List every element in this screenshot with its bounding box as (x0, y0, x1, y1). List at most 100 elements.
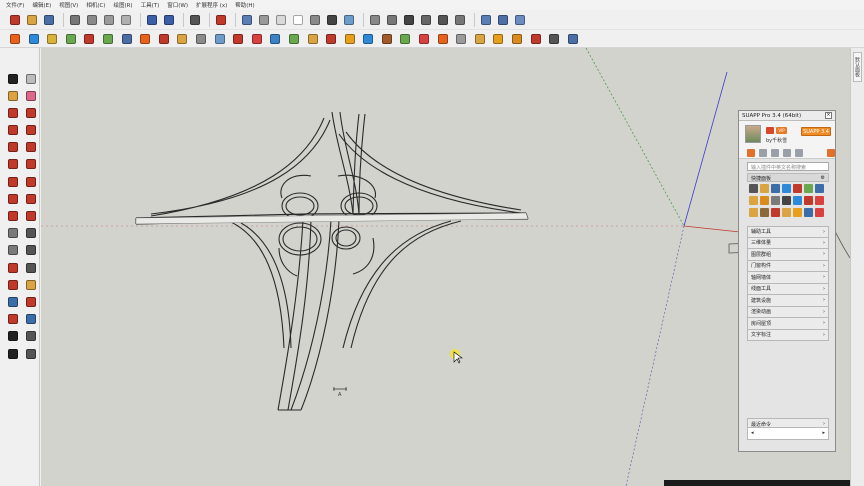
extension-tool-button[interactable] (306, 32, 320, 46)
extension-tool-button[interactable] (454, 32, 468, 46)
make-component-tool[interactable] (24, 72, 37, 85)
iso-view-button[interactable] (368, 13, 382, 27)
print-button[interactable] (188, 13, 202, 27)
extension-tool-button[interactable] (27, 32, 41, 46)
back-edges-button[interactable] (257, 13, 271, 27)
extension-tool-button[interactable] (324, 32, 338, 46)
polygon-tool[interactable] (24, 141, 37, 154)
back-view-button[interactable] (436, 13, 450, 27)
front-view-button[interactable] (402, 13, 416, 27)
component-icon-a-button[interactable] (479, 13, 493, 27)
pan-hand-tool[interactable] (24, 278, 37, 291)
zoom-tool[interactable] (6, 295, 19, 308)
hidden-line-button[interactable] (291, 13, 305, 27)
orbit-tool[interactable] (6, 278, 19, 291)
quick-tool-icon[interactable] (782, 184, 791, 193)
recent-commands-header[interactable]: 最近命令 › (747, 418, 829, 428)
menu-item[interactable]: 扩展程序 (x) (196, 1, 227, 9)
previous-view-tool[interactable] (24, 313, 37, 326)
extension-tool-button[interactable] (101, 32, 115, 46)
plugin-search-input[interactable]: 输入插件中英文名称搜索 (747, 162, 829, 171)
undo-button[interactable] (145, 13, 159, 27)
zoom-extents-tool[interactable] (6, 313, 19, 326)
plugin-category[interactable]: 建筑设施 › (747, 295, 829, 307)
extension-tool-button[interactable] (417, 32, 431, 46)
quick-tool-icon[interactable] (749, 196, 758, 205)
quick-tool-icon[interactable] (771, 184, 780, 193)
redo-button[interactable] (162, 13, 176, 27)
extension-tool-button[interactable] (343, 32, 357, 46)
plugin-category[interactable]: 线面工具 › (747, 283, 829, 295)
right-view-button[interactable] (419, 13, 433, 27)
paint-bucket-tool[interactable] (6, 89, 19, 102)
plugin-category[interactable]: 门窗构件 › (747, 260, 829, 272)
menu-item[interactable]: 绘图(R) (113, 1, 132, 9)
3d-text-tool[interactable] (24, 261, 37, 274)
section-plane-tool[interactable] (24, 347, 37, 360)
extension-tool-button[interactable] (529, 32, 543, 46)
menu-item[interactable]: 帮助(H) (235, 1, 254, 9)
extension-tool-button[interactable] (157, 32, 171, 46)
extension-tool-button[interactable] (547, 32, 561, 46)
plugin-category[interactable]: 图层群组 › (747, 249, 829, 261)
quick-tool-icon[interactable] (782, 196, 791, 205)
new-model-button[interactable] (8, 13, 22, 27)
line-pencil-tool[interactable] (6, 106, 19, 119)
menu-item[interactable]: 编辑(E) (32, 1, 51, 9)
menu-item[interactable]: 视图(V) (59, 1, 78, 9)
quick-tool-icon[interactable] (749, 184, 758, 193)
monochrome-button[interactable] (342, 13, 356, 27)
close-icon[interactable]: × (825, 112, 832, 119)
rectangle-tool[interactable] (6, 124, 19, 137)
protractor-tool[interactable] (6, 244, 19, 257)
home-icon[interactable] (747, 148, 755, 157)
extension-tool-button[interactable] (138, 32, 152, 46)
extension-tool-button[interactable] (268, 32, 282, 46)
extension-tool-button[interactable] (473, 32, 487, 46)
copy-button[interactable] (85, 13, 99, 27)
plugin-category[interactable]: 三维体量 › (747, 237, 829, 249)
suapp-title-bar[interactable]: SUAPP Pro 3.4 (64bit) × (739, 111, 835, 121)
extension-tool-button[interactable] (8, 32, 22, 46)
quick-tool-icon[interactable] (815, 196, 824, 205)
circle-tool[interactable] (6, 141, 19, 154)
quick-panel-settings-icon[interactable]: ⚙ (821, 175, 825, 181)
scroll-right-icon[interactable]: ▸ (822, 430, 825, 437)
quick-tool-icon[interactable] (804, 196, 813, 205)
extension-tool-button[interactable] (566, 32, 580, 46)
plugin-category[interactable]: 房间屋顶 › (747, 318, 829, 330)
tape-measure-tool[interactable] (6, 227, 19, 240)
open-folder-button[interactable] (25, 13, 39, 27)
extension-tool-button[interactable] (194, 32, 208, 46)
extension-tool-button[interactable] (231, 32, 245, 46)
extension-tool-button[interactable] (436, 32, 450, 46)
model-viewport[interactable]: A (41, 48, 850, 486)
look-around-tool[interactable] (24, 330, 37, 343)
move-tool[interactable] (6, 175, 19, 188)
quick-tool-icon[interactable] (771, 196, 780, 205)
top-view-button[interactable] (385, 13, 399, 27)
quick-tool-icon[interactable] (804, 184, 813, 193)
extension-tool-button[interactable] (491, 32, 505, 46)
left-view-button[interactable] (453, 13, 467, 27)
suapp-version-button[interactable]: SUAPP 3.4 (801, 127, 831, 136)
extension-tool-button[interactable] (45, 32, 59, 46)
cut-button[interactable] (68, 13, 82, 27)
recent-commands-list[interactable]: ◂ ▸ (747, 428, 829, 440)
shaded-button[interactable] (308, 13, 322, 27)
menu-item[interactable]: 文件(F) (6, 1, 24, 9)
menu-item[interactable]: 工具(T) (141, 1, 160, 9)
user-icon[interactable] (783, 148, 791, 157)
xray-button[interactable] (240, 13, 254, 27)
settings-icon[interactable] (771, 148, 779, 157)
model-info-button[interactable] (214, 13, 228, 27)
freehand-tool[interactable] (24, 106, 37, 119)
select-arrow-tool[interactable] (6, 72, 19, 85)
extension-tool-button[interactable] (64, 32, 78, 46)
dimension-tool[interactable] (24, 227, 37, 240)
scroll-left-icon[interactable]: ◂ (751, 430, 754, 437)
quick-panel-header[interactable]: 快捷面板 ⚙ (747, 173, 829, 182)
quick-tool-icon[interactable] (804, 208, 813, 217)
offset-tool[interactable] (24, 210, 37, 223)
search-icon[interactable] (795, 148, 803, 157)
